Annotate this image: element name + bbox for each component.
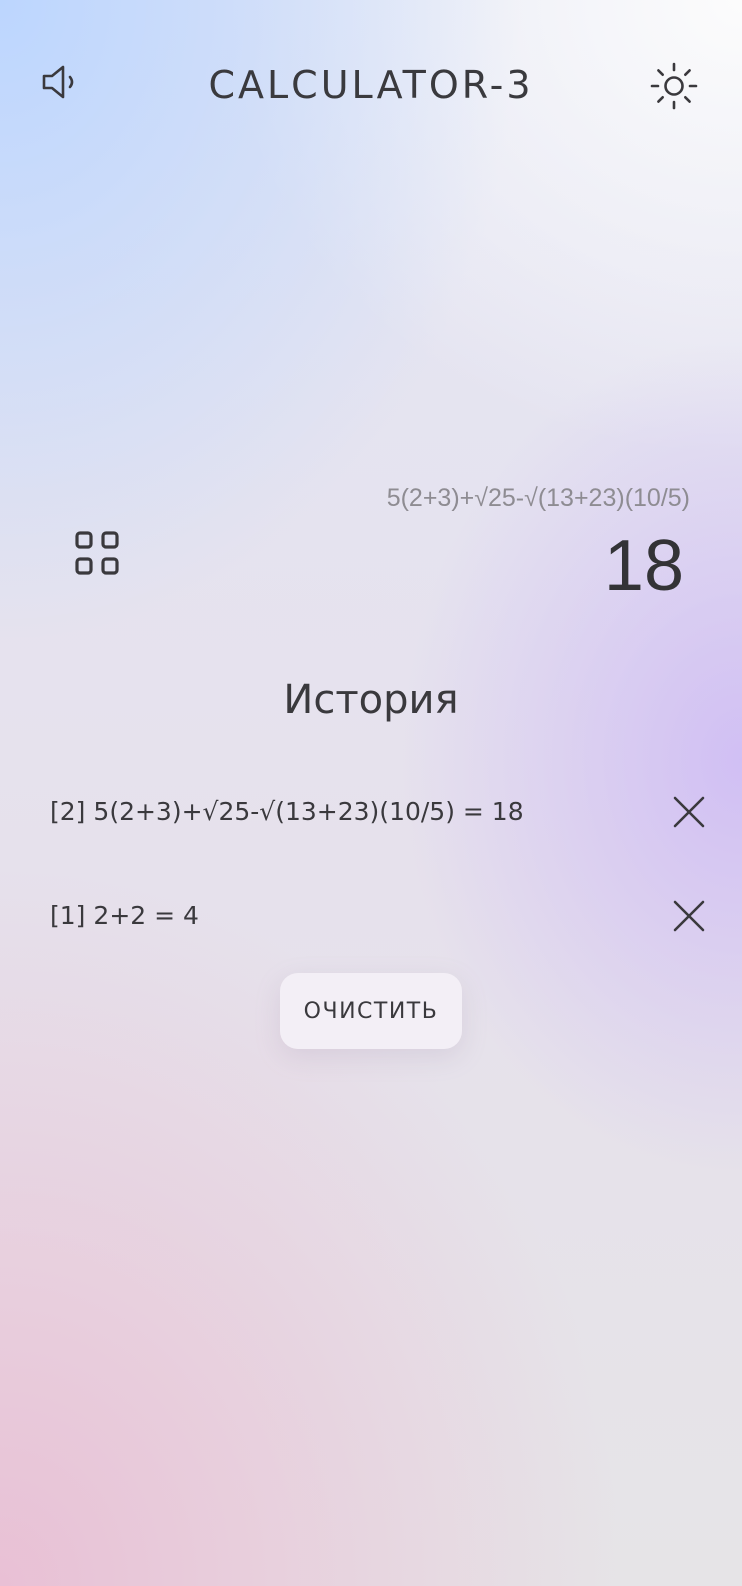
history-title: История [283,677,459,723]
delete-history-item-button[interactable] [668,895,710,937]
history-item[interactable]: [1] 2+2 = 4 [50,888,710,944]
result-display: 18 [603,526,684,606]
close-icon [673,900,705,932]
history-item[interactable]: [2] 5(2+3)+√25-√(13+23)(10/5) = 18 [50,784,710,840]
clear-history-button[interactable]: ОЧИСТИТЬ [280,973,462,1049]
history-item-expression: 5(2+3)+√25-√(13+23)(10/5) = 18 [93,797,524,826]
history-item-text: [2] 5(2+3)+√25-√(13+23)(10/5) = 18 [50,784,524,840]
delete-history-item-button[interactable] [668,791,710,833]
expression-display: 5(2+3)+√25-√(13+23)(10/5) [386,484,690,512]
sun-icon [650,62,698,110]
theme-toggle-button[interactable] [648,60,700,112]
history-item-index: [1] [50,901,86,930]
grid-icon [75,531,119,575]
history-item-index: [2] [50,797,86,826]
history-item-text: [1] 2+2 = 4 [50,888,199,944]
history-item-expression: 2+2 = 4 [93,901,199,930]
app-title: CALCULATOR-3 [208,63,534,107]
keypad-toggle-button[interactable] [70,526,126,582]
close-icon [673,796,705,828]
